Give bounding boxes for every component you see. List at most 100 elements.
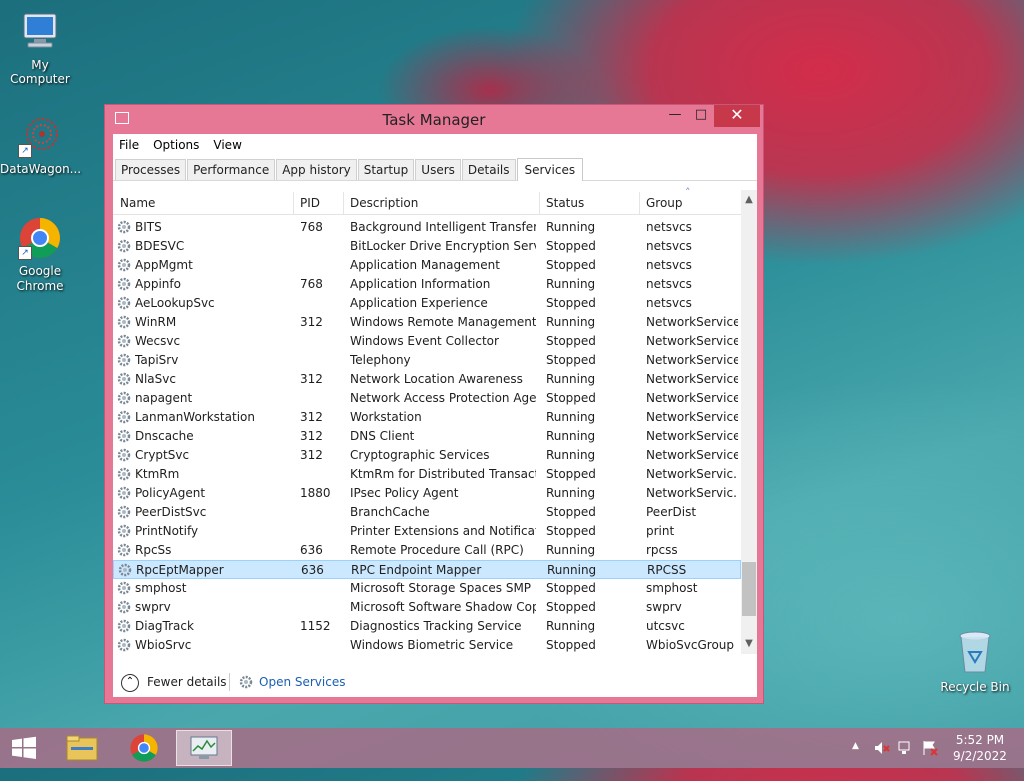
service-row[interactable]: BDESVC BitLocker Drive Encryption Service… — [113, 237, 741, 256]
tab-processes[interactable]: Processes — [115, 159, 187, 180]
service-row[interactable]: Appinfo 768 Application Information Running… — [113, 275, 741, 294]
tab-services[interactable]: Services — [516, 158, 584, 181]
show-hidden-icons-icon[interactable]: ▲ — [852, 741, 859, 781]
taskbar-chrome[interactable] — [116, 730, 172, 766]
column-divider[interactable] — [539, 192, 540, 214]
service-row[interactable]: CryptSvc 312 Cryptographic Services Running… — [113, 446, 741, 465]
service-row[interactable]: swprv Microsoft Software Shadow Cop... Sto… — [113, 598, 741, 617]
service-status: Running — [546, 486, 596, 500]
service-status: Running — [546, 429, 596, 443]
service-name: AeLookupSvc — [135, 296, 215, 310]
taskbar-file-explorer[interactable] — [54, 730, 110, 766]
service-row[interactable]: WinRM 312 Windows Remote Management ... Run… — [113, 313, 741, 332]
service-row[interactable]: TapiSrv Telephony Stopped NetworkService — [113, 351, 741, 370]
service-description: Application Information — [350, 277, 491, 291]
tab-users[interactable]: Users — [415, 159, 461, 180]
desktop-icon-chrome[interactable]: ↗ Google Chrome — [0, 216, 80, 294]
windows-start-icon[interactable] — [10, 736, 40, 760]
service-row[interactable]: napagent Network Access Protection Agent S… — [113, 389, 741, 408]
service-row[interactable]: Dnscache 312 DNS Client Running NetworkServi… — [113, 427, 741, 446]
service-row[interactable]: RpcEptMapper 636 RPC Endpoint Mapper Runnin… — [113, 560, 741, 579]
column-divider[interactable] — [293, 192, 294, 214]
service-gear-icon — [117, 448, 131, 462]
column-header-description[interactable]: Description — [350, 196, 418, 210]
service-gear-icon — [117, 277, 131, 291]
action-center-flag-icon[interactable] — [922, 740, 938, 780]
fewer-details-button[interactable]: Fewer details — [147, 675, 227, 689]
service-description: KtmRm for Distributed Transacti... — [350, 467, 536, 481]
menu-view[interactable]: View — [213, 138, 241, 152]
service-row[interactable]: WbioSrvc Windows Biometric Service Stopped… — [113, 636, 741, 655]
menu-options[interactable]: Options — [153, 138, 199, 152]
speaker-muted-icon[interactable] — [874, 740, 890, 780]
service-group: smphost — [646, 581, 698, 595]
service-row[interactable]: LanmanWorkstation 312 Workstation Running Ne… — [113, 408, 741, 427]
table-header: Name PID Description Status Group ˄ — [113, 186, 741, 215]
column-header-group[interactable]: Group — [646, 196, 683, 210]
system-clock[interactable]: 5:52 PM 9/2/2022 — [950, 732, 1010, 764]
chevron-up-icon[interactable]: ⌃ — [121, 674, 139, 692]
service-group: rpcss — [646, 543, 678, 557]
service-description: Network Location Awareness — [350, 372, 523, 386]
service-gear-icon — [117, 353, 131, 367]
datawagon-icon: ↗ — [18, 114, 62, 158]
service-name: napagent — [135, 391, 193, 405]
service-name: Appinfo — [135, 277, 181, 291]
service-row[interactable]: AeLookupSvc Application Experience Stopped… — [113, 294, 741, 313]
service-status: Running — [546, 619, 596, 633]
service-row[interactable]: PolicyAgent 1880 IPsec Policy Agent Running… — [113, 484, 741, 503]
service-pid: 636 — [301, 563, 324, 577]
minimize-button[interactable]: — — [662, 105, 688, 127]
service-name: BDESVC — [135, 239, 185, 253]
desktop-icon-my-computer[interactable]: My Computer — [0, 10, 80, 86]
title-bar[interactable]: Task Manager — □ ✕ — [105, 105, 763, 133]
service-status: Stopped — [546, 391, 596, 405]
task-manager-window: Task Manager — □ ✕ File Options View Pro… — [104, 104, 764, 704]
open-services-link[interactable]: Open Services — [259, 675, 345, 689]
close-button[interactable]: ✕ — [714, 105, 760, 127]
service-row[interactable]: PeerDistSvc BranchCache Stopped PeerDist — [113, 503, 741, 522]
service-description: Application Management — [350, 258, 500, 272]
service-gear-icon — [117, 543, 131, 557]
service-row[interactable]: PrintNotify Printer Extensions and Notifi… — [113, 522, 741, 541]
tab-details[interactable]: Details — [461, 159, 516, 180]
tab-strip: Processes Performance App history Startu… — [113, 156, 757, 181]
service-row[interactable]: Wecsvc Windows Event Collector Stopped Netw… — [113, 332, 741, 351]
network-icon[interactable] — [898, 740, 914, 780]
menu-file[interactable]: File — [119, 138, 139, 152]
task-manager-icon — [190, 736, 218, 759]
tab-performance[interactable]: Performance — [187, 159, 276, 180]
service-row[interactable]: NlaSvc 312 Network Location Awareness Runni… — [113, 370, 741, 389]
column-header-name[interactable]: Name — [120, 196, 155, 210]
taskbar-task-manager[interactable] — [176, 730, 232, 766]
service-row[interactable]: AppMgmt Application Management Stopped nets… — [113, 256, 741, 275]
column-divider[interactable] — [343, 192, 344, 214]
desktop-icon-datawagon[interactable]: ↗ DataWagon... — [0, 114, 81, 176]
vertical-scrollbar[interactable]: ▲ ▼ — [741, 190, 757, 654]
service-row[interactable]: RpcSs 636 Remote Procedure Call (RPC) Runni… — [113, 541, 741, 560]
service-group: NetworkServic... — [646, 486, 738, 500]
service-row[interactable]: DiagTrack 1152 Diagnostics Tracking Servic… — [113, 617, 741, 636]
service-name: PolicyAgent — [135, 486, 206, 500]
service-status: Stopped — [546, 353, 596, 367]
scrollbar-thumb[interactable] — [742, 562, 756, 616]
desktop-icon-recycle-bin[interactable]: Recycle Bin — [935, 630, 1015, 694]
service-gear-icon — [117, 391, 131, 405]
column-header-pid[interactable]: PID — [300, 196, 320, 210]
service-name: Dnscache — [135, 429, 194, 443]
service-row[interactable]: KtmRm KtmRm for Distributed Transacti... S… — [113, 465, 741, 484]
service-gear-icon — [117, 258, 131, 272]
service-description: Windows Remote Management ... — [350, 315, 536, 329]
scroll-down-arrow-icon[interactable]: ▼ — [741, 636, 757, 652]
service-status: Stopped — [546, 524, 596, 538]
column-divider[interactable] — [639, 192, 640, 214]
service-gear-icon — [117, 600, 131, 614]
column-header-status[interactable]: Status — [546, 196, 584, 210]
maximize-button[interactable]: □ — [688, 105, 714, 127]
scroll-up-arrow-icon[interactable]: ▲ — [741, 192, 757, 208]
tab-app-history[interactable]: App history — [276, 159, 357, 180]
service-row[interactable]: smphost Microsoft Storage Spaces SMP Stopp… — [113, 579, 741, 598]
clock-time: 5:52 PM — [955, 733, 1005, 747]
tab-startup[interactable]: Startup — [357, 159, 415, 180]
service-row[interactable]: BITS 768 Background Intelligent Transfer .… — [113, 218, 741, 237]
